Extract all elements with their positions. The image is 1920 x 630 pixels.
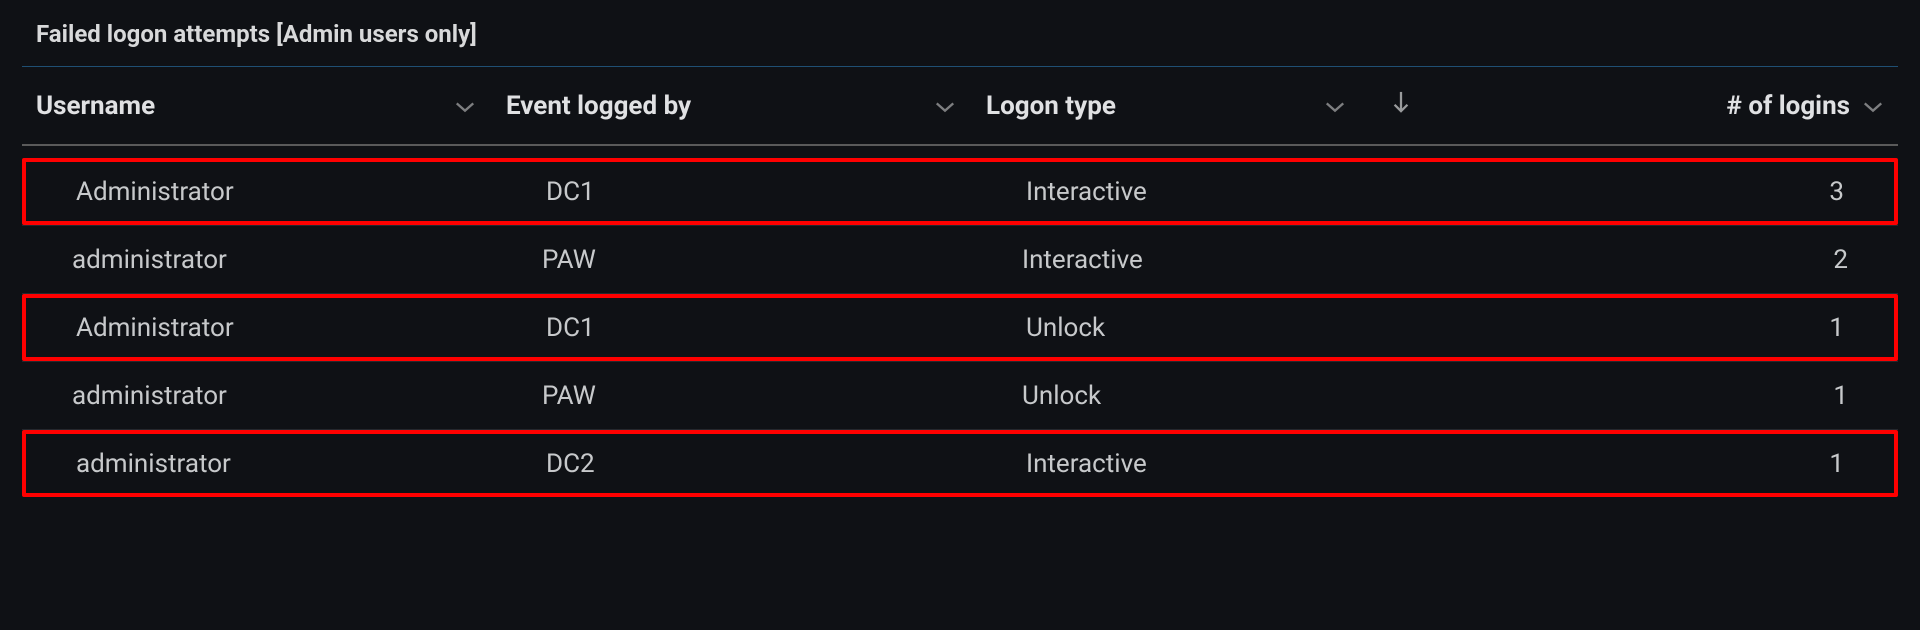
table-row[interactable]: administratorDC2Interactive 1 — [22, 430, 1898, 497]
cell-logon-type: Unlock — [1022, 381, 1402, 411]
cell-event-logged-by: PAW — [542, 245, 1022, 275]
cell-username: administrator — [72, 381, 542, 411]
table-body: AdministratorDC1Interactive3administrato… — [0, 146, 1920, 497]
cell-logon-type: Interactive — [1022, 245, 1402, 275]
cell-num-logins: 1 — [1472, 381, 1848, 411]
cell-username: administrator — [72, 245, 542, 275]
column-header-username[interactable]: Username — [36, 91, 506, 121]
chevron-down-icon — [934, 91, 956, 121]
cell-username: administrator — [76, 449, 546, 479]
cell-logon-type: Unlock — [1026, 313, 1406, 343]
cell-num-logins: 1 — [1476, 449, 1844, 479]
table-row[interactable]: administratorPAWInteractive 2 — [22, 226, 1898, 293]
column-label: Logon type — [986, 91, 1116, 121]
arrow-down-icon — [1390, 89, 1412, 122]
column-label: Event logged by — [506, 91, 691, 121]
column-header-event-logged-by[interactable]: Event logged by — [506, 91, 986, 121]
chevron-down-icon — [1862, 91, 1884, 121]
cell-event-logged-by: DC1 — [546, 313, 1026, 343]
cell-num-logins: 2 — [1472, 245, 1848, 275]
chevron-down-icon — [454, 91, 476, 121]
table-row[interactable]: AdministratorDC1Unlock 1 — [22, 294, 1898, 361]
cell-num-logins: 1 — [1476, 313, 1844, 343]
table-row[interactable]: administratorPAWUnlock 1 — [22, 362, 1898, 429]
cell-username: Administrator — [76, 177, 546, 207]
column-header-logon-type[interactable]: Logon type — [986, 91, 1366, 121]
cell-logon-type: Interactive — [1026, 449, 1406, 479]
cell-username: Administrator — [76, 313, 546, 343]
failed-logon-panel: Failed logon attempts [Admin users only]… — [0, 0, 1920, 497]
sort-indicator[interactable] — [1366, 89, 1436, 122]
cell-logon-type: Interactive — [1026, 177, 1406, 207]
column-label: # of logins — [1726, 91, 1850, 121]
column-label: Username — [36, 91, 155, 121]
chevron-down-icon — [1324, 91, 1346, 121]
cell-num-logins: 3 — [1476, 177, 1844, 207]
cell-event-logged-by: DC1 — [546, 177, 1026, 207]
table-header: Username Event logged by Logon type — [0, 67, 1920, 144]
column-header-num-logins[interactable]: # of logins — [1436, 91, 1884, 121]
panel-title: Failed logon attempts [Admin users only] — [0, 10, 1920, 66]
cell-event-logged-by: DC2 — [546, 449, 1026, 479]
cell-event-logged-by: PAW — [542, 381, 1022, 411]
table-row[interactable]: AdministratorDC1Interactive 3 — [22, 158, 1898, 225]
